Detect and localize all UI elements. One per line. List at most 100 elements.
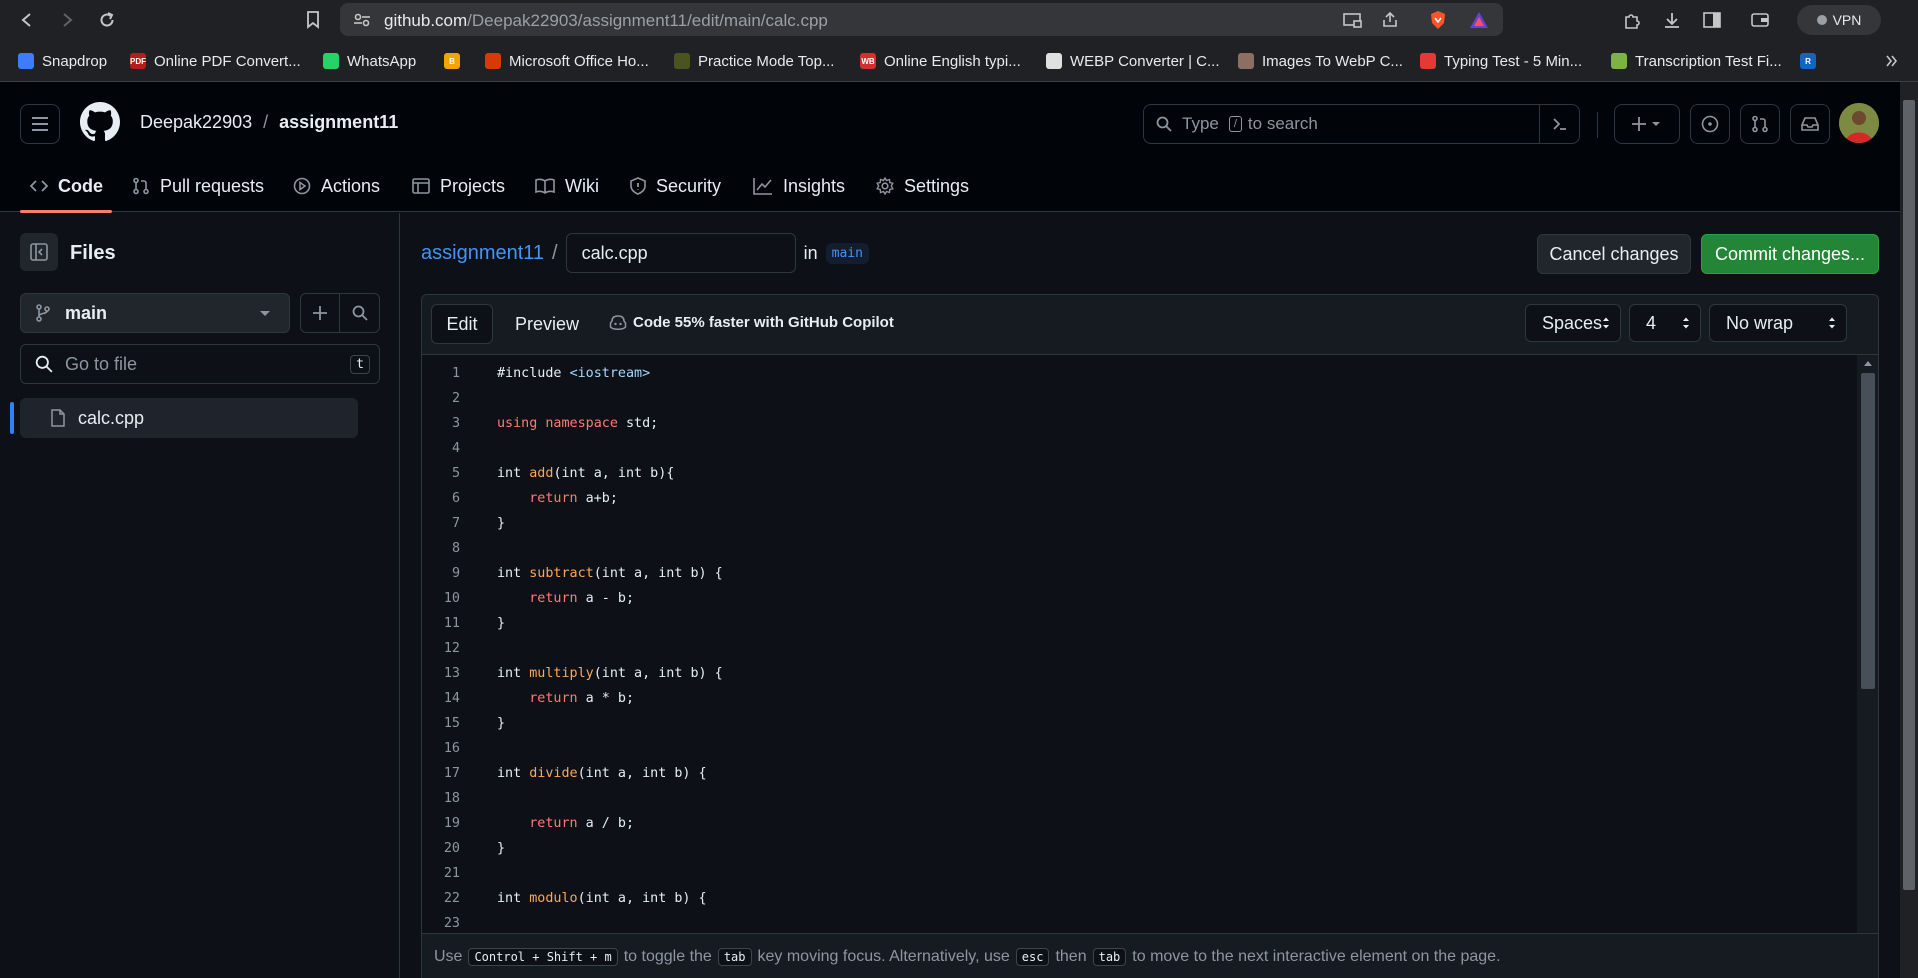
bookmark-item[interactable]: WhatsApp (323, 50, 416, 72)
copilot-promo[interactable]: Code 55% faster with GitHub Copilot (609, 314, 894, 331)
go-to-file-input[interactable]: Go to file t (20, 344, 380, 384)
browser-toolbar: github.com/Deepak22903/assignment11/edit… (0, 0, 1918, 40)
bookmark-item[interactable]: WEBP Converter | C... (1046, 50, 1220, 72)
tab-insights[interactable]: Insights (753, 170, 845, 202)
code-line[interactable]: 22 int modulo(int a, int b) { (422, 886, 1857, 911)
code-line[interactable]: 12 (422, 636, 1857, 661)
owner-link[interactable]: Deepak22903 (140, 112, 252, 132)
bookmark-item[interactable]: WB Online English typi... (860, 50, 1021, 72)
site-settings-icon[interactable] (352, 11, 372, 29)
gear-icon (876, 177, 894, 195)
search-input[interactable]: Type / to search (1143, 104, 1580, 144)
code-line[interactable]: 10 return a - b; (422, 586, 1857, 611)
indent-size-select[interactable]: 4 (1629, 304, 1701, 342)
tab-code[interactable]: Code (30, 170, 103, 202)
bookmark-item[interactable]: B (444, 50, 460, 72)
code-line[interactable]: 1 #include <iostream> (422, 361, 1857, 386)
tab-preview[interactable]: Preview (501, 304, 593, 344)
bookmark-icon[interactable] (300, 8, 326, 32)
bookmark-item[interactable]: PDF Online PDF Convert... (130, 50, 301, 72)
page-scroll-thumb[interactable] (1903, 100, 1915, 890)
code-line[interactable]: 17 int divide(int a, int b) { (422, 761, 1857, 786)
code-line[interactable]: 16 (422, 736, 1857, 761)
indent-mode-select[interactable]: Spaces (1525, 304, 1621, 342)
brave-shields-icon[interactable] (1428, 11, 1448, 29)
repo-link[interactable]: assignment11 (279, 112, 398, 132)
code-editor[interactable]: 1 #include <iostream> 2 3 using namespace st… (422, 355, 1857, 933)
cancel-changes-button[interactable]: Cancel changes (1537, 234, 1691, 274)
bookmark-item[interactable]: Images To WebP C... (1238, 50, 1403, 72)
github-logo-icon[interactable] (80, 102, 120, 142)
bookmark-item[interactable]: Microsoft Office Ho... (485, 50, 649, 72)
brave-rewards-icon[interactable] (1469, 11, 1489, 29)
share-icon[interactable] (1380, 11, 1400, 29)
code-line[interactable]: 2 (422, 386, 1857, 411)
collapse-sidebar-button[interactable] (20, 233, 58, 271)
sidebar-panel-icon[interactable] (1700, 8, 1724, 32)
code-line[interactable]: 3 using namespace std; (422, 411, 1857, 436)
line-content: return a / b; (497, 811, 634, 836)
code-line[interactable]: 9 int subtract(int a, int b) { (422, 561, 1857, 586)
more-bookmarks-icon[interactable] (1886, 50, 1898, 72)
search-files-button[interactable] (339, 293, 380, 333)
branch-tag[interactable]: main (825, 242, 869, 264)
tab-actions[interactable]: Actions (293, 170, 380, 202)
tab-projects[interactable]: Projects (412, 170, 505, 202)
reload-icon[interactable] (94, 8, 120, 32)
scroll-up-icon[interactable] (1863, 359, 1873, 367)
bookmark-item[interactable]: Snapdrop (18, 50, 107, 72)
wrap-mode-select[interactable]: No wrap (1709, 304, 1847, 342)
chevron-down-icon (260, 311, 270, 316)
bookmark-item[interactable]: Typing Test - 5 Min... (1420, 50, 1582, 72)
tab-wiki[interactable]: Wiki (535, 170, 599, 202)
create-new-button[interactable] (1614, 104, 1680, 144)
filename-input[interactable]: calc.cpp (565, 233, 796, 273)
file-tree-item[interactable]: calc.cpp (20, 398, 358, 438)
vpn-button[interactable]: VPN (1797, 5, 1881, 35)
status-text: to move to the next interactive element … (1132, 947, 1501, 965)
add-file-button[interactable] (300, 293, 340, 333)
branch-selector[interactable]: main (20, 293, 290, 333)
code-line[interactable]: 20} (422, 836, 1857, 861)
code-line[interactable]: 13 int multiply(int a, int b) { (422, 661, 1857, 686)
issues-icon[interactable] (1690, 104, 1730, 144)
download-icon[interactable] (1660, 8, 1684, 32)
extensions-icon[interactable] (1620, 8, 1644, 32)
address-bar[interactable]: github.com/Deepak22903/assignment11/edit… (340, 3, 1503, 36)
bookmark-item[interactable]: R (1800, 50, 1816, 72)
code-line[interactable]: 7} (422, 511, 1857, 536)
bookmark-item[interactable]: Practice Mode Top... (674, 50, 834, 72)
url-text[interactable]: github.com/Deepak22903/assignment11/edit… (384, 11, 828, 31)
code-line[interactable]: 14 return a * b; (422, 686, 1857, 711)
code-line[interactable]: 8 (422, 536, 1857, 561)
tab-edit[interactable]: Edit (431, 304, 493, 344)
code-line[interactable]: 4 (422, 436, 1857, 461)
inbox-icon[interactable] (1790, 104, 1830, 144)
commit-changes-button[interactable]: Commit changes... (1701, 234, 1879, 274)
avatar[interactable] (1839, 103, 1879, 143)
hamburger-menu-button[interactable] (20, 104, 60, 144)
editor-scrollbar[interactable] (1857, 355, 1878, 933)
back-icon[interactable] (14, 8, 40, 32)
code-line[interactable]: 21 (422, 861, 1857, 886)
bookmark-item[interactable]: Transcription Test Fi... (1611, 50, 1782, 72)
cast-icon[interactable] (1342, 11, 1362, 29)
code-line[interactable]: 11} (422, 611, 1857, 636)
code-line[interactable]: 6 return a+b; (422, 486, 1857, 511)
forward-icon[interactable] (54, 8, 80, 32)
pull-requests-icon[interactable] (1740, 104, 1780, 144)
tab-pull-requests[interactable]: Pull requests (132, 170, 264, 202)
code-token: (int a, int b) { (577, 766, 707, 781)
wallet-icon[interactable] (1748, 8, 1772, 32)
vpn-label: VPN (1832, 12, 1862, 28)
editor-scroll-thumb[interactable] (1861, 373, 1875, 689)
command-palette-icon[interactable] (1539, 105, 1579, 143)
breadcrumb-repo-link[interactable]: assignment11 (421, 242, 544, 265)
page-scrollbar[interactable] (1900, 82, 1918, 978)
code-line[interactable]: 5 int add(int a, int b){ (422, 461, 1857, 486)
code-line[interactable]: 18 (422, 786, 1857, 811)
tab-security[interactable]: Security (630, 170, 721, 202)
code-line[interactable]: 19 return a / b; (422, 811, 1857, 836)
tab-settings[interactable]: Settings (876, 170, 969, 202)
code-line[interactable]: 15} (422, 711, 1857, 736)
